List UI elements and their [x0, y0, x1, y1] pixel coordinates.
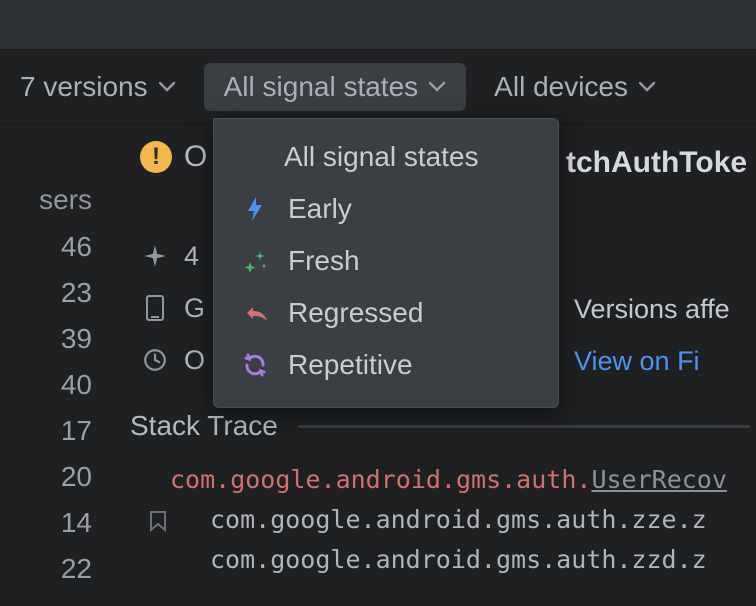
- warning-icon: !: [140, 141, 172, 173]
- sidebar-counts: sers 46 23 39 40 17 20 14 22: [0, 176, 110, 592]
- versions-affected-label: Versions affe: [574, 294, 730, 325]
- issue-header: ! O: [140, 140, 207, 174]
- filter-bar: 7 versions All signal states All devices: [0, 50, 756, 125]
- dropdown-item-label: All signal states: [284, 141, 479, 173]
- divider: [298, 425, 750, 428]
- dropdown-item-label: Regressed: [288, 297, 423, 329]
- list-item[interactable]: 20: [0, 454, 110, 500]
- issue-title-prefix: O: [184, 140, 207, 174]
- list-item[interactable]: 46: [0, 224, 110, 270]
- stack-line[interactable]: com.google.android.gms.auth.zzd.z: [130, 540, 727, 580]
- dropdown-item-regressed[interactable]: Regressed: [214, 287, 558, 339]
- versions-filter-label: 7 versions: [20, 71, 148, 103]
- sparkle-icon: [140, 243, 170, 269]
- devices-filter-label: All devices: [494, 71, 628, 103]
- stack-line[interactable]: com.google.android.gms.auth.UserRecov: [130, 460, 727, 500]
- stack-trace-label: Stack Trace: [130, 410, 278, 442]
- bookmark-gutter-icon[interactable]: [148, 510, 168, 534]
- chevron-down-icon: [638, 81, 656, 93]
- clock-icon: [140, 347, 170, 373]
- undo-icon: [240, 303, 270, 323]
- view-on-firebase-link[interactable]: View on Fi: [574, 346, 700, 377]
- chevron-down-icon: [428, 81, 446, 93]
- chevron-down-icon: [158, 81, 176, 93]
- dropdown-item-all[interactable]: All signal states: [214, 131, 558, 183]
- list-item[interactable]: 14: [0, 500, 110, 546]
- list-item[interactable]: 40: [0, 362, 110, 408]
- stack-trace: com.google.android.gms.auth.UserRecov co…: [130, 460, 727, 580]
- list-item[interactable]: 23: [0, 270, 110, 316]
- sparkles-icon: [240, 248, 270, 274]
- sidebar-header: sers: [0, 176, 110, 224]
- stack-line[interactable]: com.google.android.gms.auth.zze.z: [130, 500, 727, 540]
- list-item[interactable]: 17: [0, 408, 110, 454]
- dropdown-item-label: Early: [288, 193, 352, 225]
- sync-icon: [240, 352, 270, 378]
- device-icon: [140, 294, 170, 322]
- signal-states-filter-label: All signal states: [224, 71, 419, 103]
- signal-states-filter[interactable]: All signal states: [204, 63, 467, 111]
- bolt-icon: [240, 195, 270, 223]
- dropdown-item-fresh[interactable]: Fresh: [214, 235, 558, 287]
- stack-trace-header: Stack Trace: [130, 410, 750, 442]
- versions-filter[interactable]: 7 versions: [0, 63, 196, 111]
- dropdown-item-early[interactable]: Early: [214, 183, 558, 235]
- list-item[interactable]: 22: [0, 546, 110, 592]
- devices-filter[interactable]: All devices: [474, 63, 676, 111]
- issue-title: tchAuthToke: [566, 146, 747, 180]
- dropdown-item-label: Repetitive: [288, 349, 413, 381]
- title-bar: [0, 0, 756, 50]
- signal-states-dropdown: All signal states Early Fresh Regressed: [213, 118, 559, 408]
- dropdown-item-label: Fresh: [288, 245, 360, 277]
- dropdown-item-repetitive[interactable]: Repetitive: [214, 339, 558, 391]
- list-item[interactable]: 39: [0, 316, 110, 362]
